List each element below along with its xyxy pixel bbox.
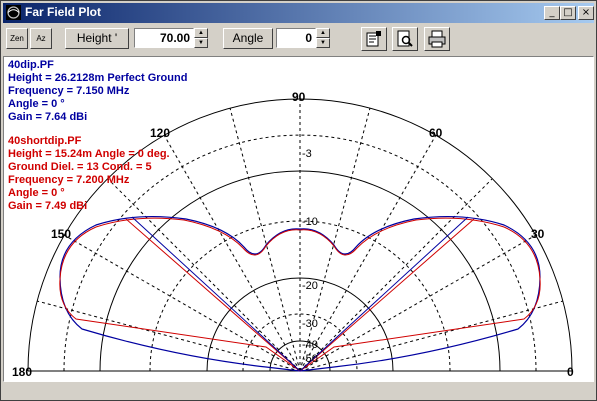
angle-label-60: 60 (429, 126, 443, 140)
pattern-40dip (59, 215, 541, 372)
properties-icon (366, 31, 381, 47)
file2-angle: Angle = 0 ° (8, 187, 65, 199)
file1-name: 40dip.PF (8, 59, 54, 71)
angle-label-30: 30 (531, 227, 545, 241)
az-button[interactable]: Az (30, 28, 52, 49)
print-button[interactable] (424, 27, 450, 51)
radial-105 (229, 107, 301, 372)
close-icon: × (581, 7, 591, 18)
toolbar: Zen Az Height ' 70.00 ▲ ▼ Angle 0 ▲ ▼ (3, 25, 594, 55)
red-lobe-edges (125, 218, 475, 372)
file1-height: Height = 26.2128m Perfect Ground (8, 72, 188, 84)
angle-button[interactable]: Angle (223, 28, 273, 49)
file2-frequency: Frequency = 7.200 MHz (8, 174, 130, 186)
file2-name: 40shortdip.PF (8, 135, 82, 147)
minimize-button[interactable]: _ (544, 6, 560, 20)
ring-label-10: -10 (302, 216, 318, 228)
print-preview-icon (397, 30, 413, 47)
spin-up-icon[interactable]: ▲ (194, 28, 208, 38)
angle-label-180: 180 (12, 365, 32, 379)
spin-down-icon[interactable]: ▼ (316, 38, 330, 48)
spin-down-icon[interactable]: ▼ (194, 38, 208, 48)
ring-label-3: -3 (302, 148, 312, 160)
blue-lobe-edges (131, 216, 469, 372)
angle-input[interactable]: 0 (276, 28, 316, 48)
angle-label-90: 90 (292, 90, 306, 104)
pattern-40shortdip (59, 217, 541, 372)
ring-label-20: -20 (302, 280, 318, 292)
height-spinner[interactable]: ▲ ▼ (194, 28, 208, 48)
spin-up-icon[interactable]: ▲ (316, 28, 330, 38)
radial-45 (299, 178, 493, 372)
ring-label-40: -40 (302, 339, 318, 351)
printer-icon (428, 30, 446, 48)
file1-info: 40dip.PF Height = 26.2128m Perfect Groun… (8, 59, 187, 124)
minimize-icon: _ (549, 7, 555, 18)
close-button[interactable]: × (578, 6, 594, 20)
file2-height: Height = 15.24m Angle = 0 deg. (8, 148, 170, 160)
file2-info: 40shortdip.PF Height = 15.24m Angle = 0 … (8, 135, 170, 213)
zen-button[interactable]: Zen (6, 28, 28, 49)
window-title: Far Field Plot (25, 5, 102, 19)
radial-150 (63, 234, 301, 372)
file2-gain: Gain = 7.49 dBi (8, 200, 88, 212)
blue-edge-right (299, 216, 469, 372)
height-button[interactable]: Height ' (65, 28, 129, 49)
file2-ground: Ground Diel. = 13 Cond. = 5 (8, 161, 152, 173)
red-edge-left (125, 218, 301, 372)
ring-label-30: -30 (302, 318, 318, 330)
title-bar[interactable]: Far Field Plot _ □ × (3, 3, 594, 23)
properties-button[interactable] (361, 27, 387, 51)
maximize-icon: □ (563, 7, 573, 18)
red-edge-right (299, 218, 475, 372)
height-input[interactable]: 70.00 (134, 28, 194, 48)
file1-angle: Angle = 0 ° (8, 98, 65, 110)
radial-120 (163, 134, 301, 372)
far-field-plot-area[interactable]: 0 30 60 90 120 150 180 -3 -10 -20 -30 -4… (3, 56, 594, 382)
print-preview-button[interactable] (392, 27, 418, 51)
blue-edge-left (131, 216, 301, 372)
radial-60 (299, 134, 437, 372)
angle-spinner[interactable]: ▲ ▼ (316, 28, 330, 48)
maximize-button[interactable]: □ (560, 6, 576, 20)
angle-label-150: 150 (51, 227, 71, 241)
angle-label-0: 0 (567, 365, 574, 379)
radial-30 (299, 234, 537, 372)
far-field-plot-window: Far Field Plot _ □ × Zen Az Height ' 70.… (0, 0, 597, 401)
ring-label-50: -50 (302, 353, 318, 365)
file1-frequency: Frequency = 7.150 MHz (8, 85, 130, 97)
file1-gain: Gain = 7.64 dBi (8, 111, 88, 123)
app-icon (6, 5, 21, 20)
status-bar (3, 384, 594, 398)
